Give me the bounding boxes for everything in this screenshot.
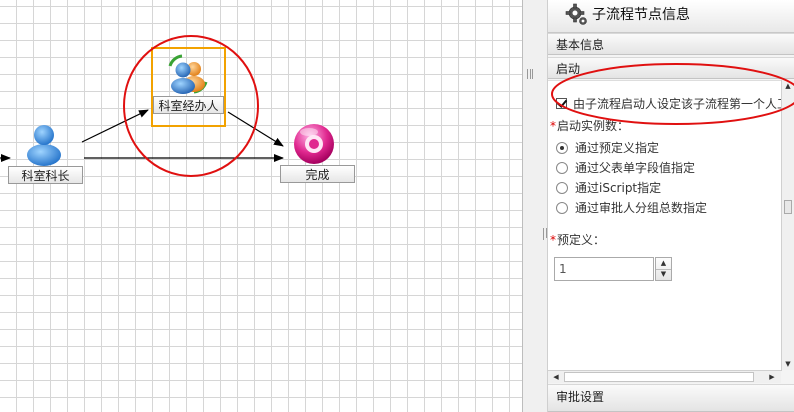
radio-approver-group[interactable] [556, 202, 568, 214]
scroll-left-icon[interactable]: ◀ [550, 371, 562, 383]
gear-icon [565, 3, 587, 25]
predefined-spinner[interactable]: ▲ ▼ [554, 257, 672, 281]
spinner-buttons: ▲ ▼ [655, 257, 672, 281]
annotation-circle-clerk [123, 35, 259, 177]
splitter-grip-top [527, 69, 533, 79]
scroll-right-icon[interactable]: ▶ [766, 371, 778, 383]
node-label-done: 完成 [280, 165, 355, 183]
predefined-label-row: *预定义： [550, 231, 605, 248]
option-predefined[interactable]: 通过预定义指定 [556, 139, 659, 156]
predefined-label: 预定义： [557, 233, 606, 247]
flow-canvas[interactable]: 科室科长 科室经办人 完成 [0, 0, 522, 412]
option-label: 通过父表单字段值指定 [575, 161, 696, 175]
option-approver-group[interactable]: 通过审批人分组总数指定 [556, 199, 707, 216]
radio-parent-field[interactable] [556, 162, 568, 174]
panel-header: 子流程节点信息 [548, 0, 794, 33]
radio-iscript[interactable] [556, 182, 568, 194]
node-label-section-chief: 科室科长 [8, 166, 83, 184]
property-panel: 子流程节点信息 基本信息 启动 由子流程启动人设定该子流程第一个人工 *启动实例… [548, 0, 794, 412]
option-label: 通过审批人分组总数指定 [575, 201, 708, 215]
section-approval-settings[interactable]: 审批设置 [548, 384, 794, 412]
horizontal-scrollbar[interactable]: ◀ ▶ [548, 370, 781, 383]
vertical-scroll-thumb[interactable] [784, 200, 792, 214]
end-node-icon [294, 124, 334, 164]
option-label: 通过iScript指定 [575, 181, 662, 195]
radio-predefined[interactable] [556, 142, 568, 154]
annotation-circle-checkbox [551, 63, 794, 125]
panel-splitter[interactable] [522, 0, 549, 412]
required-star: * [550, 233, 556, 247]
section-basic-info[interactable]: 基本信息 [548, 33, 794, 55]
spin-down-icon[interactable]: ▼ [656, 269, 671, 280]
option-iscript[interactable]: 通过iScript指定 [556, 179, 661, 196]
scroll-down-icon[interactable]: ▼ [782, 358, 794, 370]
panel-title: 子流程节点信息 [592, 7, 690, 23]
user-icon [27, 125, 61, 166]
option-parent-field[interactable]: 通过父表单字段值指定 [556, 159, 695, 176]
horizontal-scroll-thumb[interactable] [564, 372, 754, 382]
option-label: 通过预定义指定 [575, 141, 660, 155]
predefined-input[interactable] [554, 257, 654, 281]
